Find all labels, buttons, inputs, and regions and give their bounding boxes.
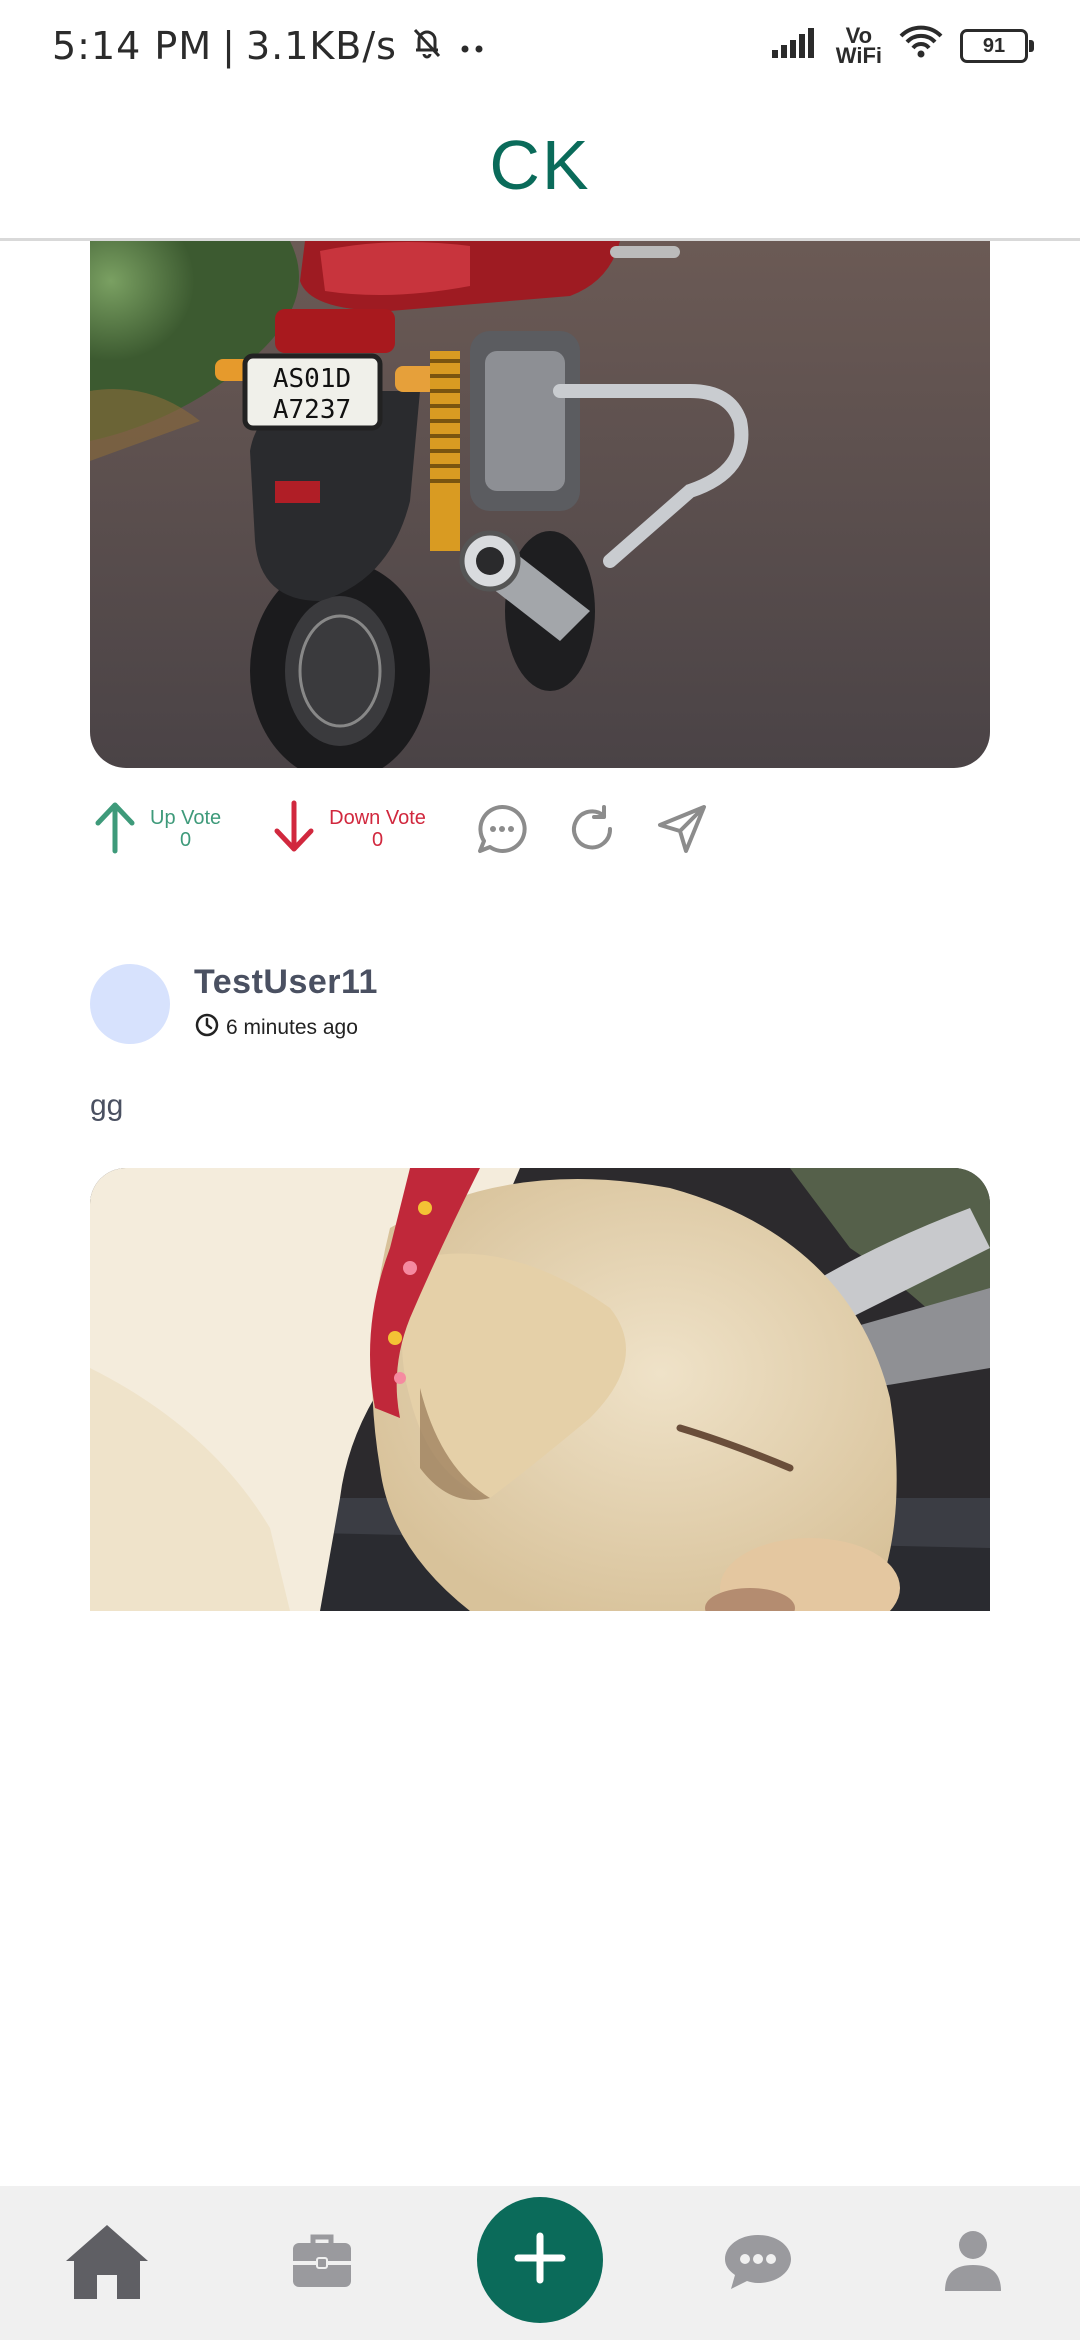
screen: 5:14 PM | 3.1KB/s Vo WiFi 91 CK AS01D A7… (0, 0, 1080, 2340)
vowifi-indicator: Vo WiFi (835, 25, 882, 68)
app-header: CK (0, 92, 1080, 241)
nav-jobs[interactable] (262, 2203, 382, 2323)
signal-icon (771, 25, 820, 68)
downvote-text: Down Vote 0 (329, 807, 426, 851)
chat-icon (723, 2231, 793, 2296)
nav-home[interactable] (47, 2203, 167, 2323)
downvote-button[interactable]: Down Vote 0 (269, 799, 426, 860)
comment-icon[interactable] (474, 801, 530, 857)
upvote-count: 0 (180, 829, 192, 851)
network-speed: 3.1KB/s (245, 24, 397, 68)
plus-icon (512, 2230, 568, 2291)
upvote-label: Up Vote (150, 807, 222, 829)
downvote-label: Down Vote (329, 807, 426, 829)
arrow-down-icon (269, 799, 319, 860)
status-bar: 5:14 PM | 3.1KB/s Vo WiFi 91 (0, 0, 1080, 92)
post-image-motorcycle[interactable]: AS01D A7237 (90, 241, 990, 768)
status-time: 5:14 PM (52, 24, 213, 68)
user-meta: TestUser11 6 minutes ago (194, 963, 378, 1044)
repost-icon[interactable] (564, 801, 620, 857)
post-image-puppy[interactable] (90, 1168, 990, 1611)
app-title: CK (489, 126, 591, 204)
upvote-text: Up Vote 0 (150, 807, 221, 851)
briefcase-icon (291, 2233, 353, 2294)
more-notifications-icon (457, 24, 487, 68)
battery-indicator: 91 (960, 29, 1034, 63)
muted-bell-icon (407, 22, 447, 71)
status-left: 5:14 PM | 3.1KB/s (52, 22, 487, 71)
bottom-nav (0, 2186, 1080, 2340)
vowifi-bottom: WiFi (835, 43, 882, 68)
battery-level: 91 (982, 34, 1006, 57)
arrow-up-icon (90, 799, 140, 860)
post-text: gg (90, 1089, 124, 1122)
clock-icon (194, 1012, 220, 1044)
timestamp-row: 6 minutes ago (194, 1012, 378, 1044)
share-icon[interactable] (654, 801, 710, 857)
nav-messages[interactable] (698, 2203, 818, 2323)
avatar[interactable] (90, 963, 170, 1044)
status-divider: | (222, 24, 236, 68)
status-right: Vo WiFi 91 (771, 24, 1034, 68)
home-icon (62, 2221, 152, 2306)
time-ago: 6 minutes ago (226, 1016, 358, 1039)
plate-line2: A7237 (273, 395, 351, 425)
profile-icon (943, 2229, 1003, 2298)
add-post-button[interactable] (476, 2197, 603, 2323)
post-header: TestUser11 6 minutes ago (90, 963, 378, 1044)
wifi-icon (898, 24, 944, 68)
downvote-count: 0 (371, 829, 384, 851)
username[interactable]: TestUser11 (194, 963, 378, 1002)
plate-line1: AS01D (273, 364, 351, 394)
nav-profile[interactable] (913, 2203, 1033, 2323)
upvote-button[interactable]: Up Vote 0 (90, 799, 221, 860)
post-actions: Up Vote 0 Down Vote 0 (90, 789, 744, 869)
